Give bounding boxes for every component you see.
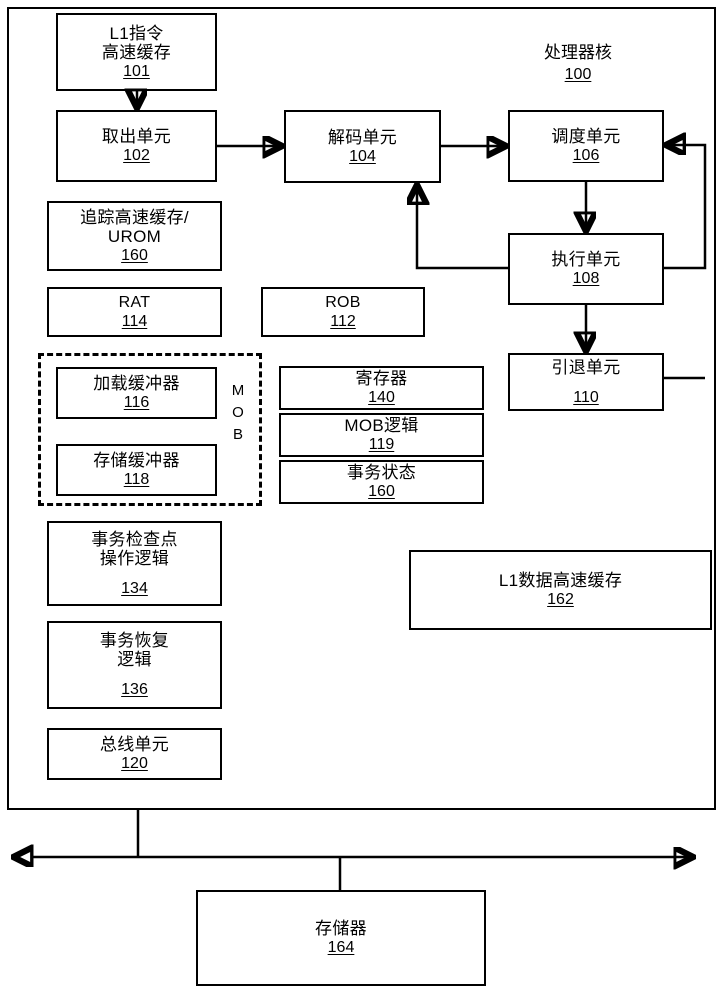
- wire-execution-to-schedule-feedback: [664, 145, 707, 270]
- connection-wires: [0, 0, 707, 890]
- diagram-canvas: 处理器核 100 MOB L1指令 高速缓存 101 取出单元 102 追踪高速…: [0, 0, 723, 1000]
- wire-execution-to-decode-feedback: [417, 186, 508, 270]
